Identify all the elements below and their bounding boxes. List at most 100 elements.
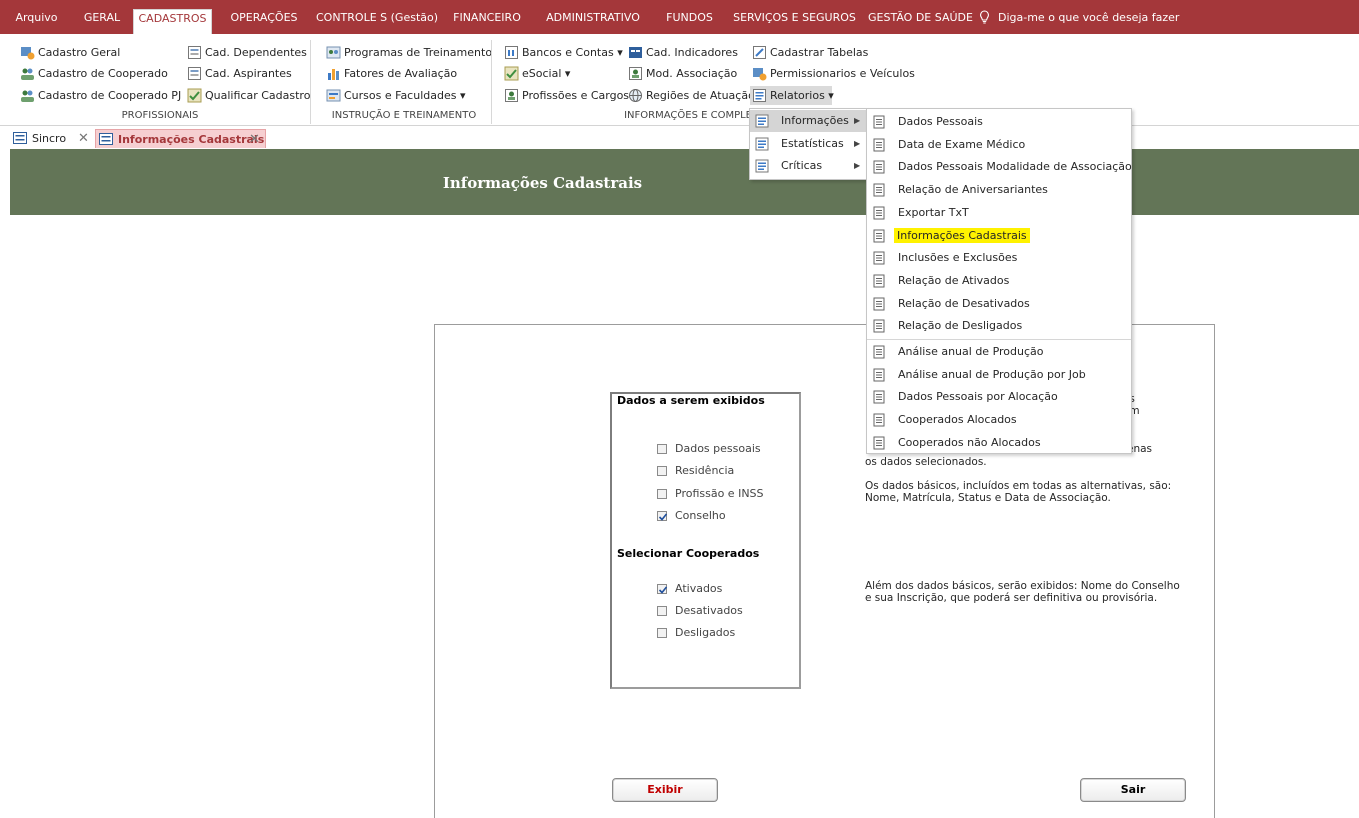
document-icon xyxy=(873,229,885,242)
submenu-item[interactable]: Cooperados Alocados xyxy=(867,409,1131,431)
tab-geral[interactable]: GERAL xyxy=(80,9,124,34)
tab-fundos[interactable]: FUNDOS xyxy=(657,9,722,34)
document-tabs: Sincro ✕ Informações Cadastrais ✕ xyxy=(0,126,1359,148)
document-icon xyxy=(873,319,885,333)
cadastro-geral-icon xyxy=(21,47,35,60)
submenu-item-label: Análise anual de Produção por Job xyxy=(898,367,1086,381)
training-icon xyxy=(326,46,341,59)
checkbox-label: Profissão e INSS xyxy=(675,487,764,500)
tab-operacoes[interactable]: OPERAÇÕES xyxy=(222,9,306,34)
menu-item-label: Informações xyxy=(781,114,849,127)
doc-tab-sincro-label: Sincro xyxy=(32,132,67,145)
checkbox-box[interactable] xyxy=(657,511,668,521)
document-icon xyxy=(873,183,885,197)
menu-item-informacoes[interactable]: Informações ▶ xyxy=(750,110,866,132)
cad-indicadores-label: Cad. Indicadores xyxy=(646,46,738,59)
checkbox-box[interactable] xyxy=(657,584,668,594)
tab-servicos-seguros[interactable]: SERVIÇOS E SEGUROS xyxy=(727,9,862,34)
cadastro-geral-label: Cadastro Geral xyxy=(38,46,121,59)
form-icon xyxy=(188,46,201,59)
cad-dependentes-label: Cad. Dependentes xyxy=(205,46,307,59)
tab-cadastros[interactable]: CADASTROS xyxy=(133,9,212,34)
doc-tab-informacoes-cadastrais[interactable]: Informações Cadastrais ✕ xyxy=(95,129,266,148)
checkbox-box[interactable] xyxy=(657,489,667,499)
checkbox-box[interactable] xyxy=(657,466,667,476)
bancos-contas-label: Bancos e Contas ▾ xyxy=(522,46,623,59)
programas-treinamento-label: Programas de Treinamento xyxy=(344,46,493,59)
submenu-item[interactable]: Inclusões e Exclusões xyxy=(867,247,1131,269)
close-icon[interactable]: ✕ xyxy=(78,129,89,148)
mod-associacao-label: Mod. Associação xyxy=(646,67,738,80)
tab-administrativo[interactable]: ADMINISTRATIVO xyxy=(537,9,649,34)
bank-icon xyxy=(505,46,518,59)
submenu-arrow-icon: ▶ xyxy=(854,161,861,170)
tell-me-text: Diga-me o que você deseja fazer xyxy=(998,11,1180,24)
submenu-item-label: Relação de Aniversariantes xyxy=(898,183,1048,197)
submenu-item[interactable]: Relação de Ativados xyxy=(867,270,1131,292)
submenu-item[interactable]: Exportar TxT xyxy=(867,202,1131,224)
users-icon xyxy=(21,68,34,80)
checkbox-label: Ativados xyxy=(675,582,723,595)
tab-financeiro[interactable]: FINANCEIRO xyxy=(447,9,527,34)
tab-controles[interactable]: CONTROLE S (Gestão) xyxy=(314,9,440,34)
submenu-item[interactable]: Relação de Desativados xyxy=(867,293,1131,315)
tell-me-box[interactable]: Diga-me o que você deseja fazer xyxy=(980,9,1180,26)
doc-tab-sincro[interactable]: Sincro ✕ xyxy=(10,129,94,148)
relatorios-dropdown[interactable]: Relatorios ▾ xyxy=(750,86,834,105)
esocial-icon xyxy=(504,66,519,81)
document-icon xyxy=(873,297,885,311)
lightbulb-icon xyxy=(980,10,989,24)
submenu-item-label: Dados Pessoais Modalidade de Associação xyxy=(898,160,1132,174)
exibir-button[interactable]: Exibir xyxy=(612,778,718,802)
menu-item-label: Críticas xyxy=(781,159,823,172)
note-text: e sua Inscrição, que poderá ser definiti… xyxy=(865,592,1158,604)
document-icon xyxy=(873,413,885,427)
document-icon xyxy=(873,160,885,174)
checkbox-label: Dados pessoais xyxy=(675,442,761,455)
submenu-item[interactable]: Data de Exame Médico xyxy=(867,134,1131,156)
profissoes-cargos-label: Profissões e Cargos xyxy=(522,89,630,102)
checkbox-label: Desligados xyxy=(675,626,736,639)
submenu-item-label: Cooperados não Alocados xyxy=(898,435,1041,449)
group-separator xyxy=(310,40,311,124)
options-group: Dados a serem exibidos Dados pessoais Re… xyxy=(610,392,801,689)
tab-gestao-saude[interactable]: GESTÃO DE SAÚDE xyxy=(862,9,979,34)
sair-button[interactable]: Sair xyxy=(1080,778,1186,802)
submenu-item[interactable]: Dados Pessoais Modalidade de Associação xyxy=(867,156,1132,178)
submenu-item[interactable]: Relação de Desligados xyxy=(867,315,1131,337)
submenu-item[interactable]: Informações Cadastrais xyxy=(867,225,1131,247)
submenu-item-label: Dados Pessoais xyxy=(898,115,983,128)
submenu-item[interactable]: Dados Pessoais xyxy=(867,111,1131,133)
submenu-item[interactable]: Análise anual de Produção xyxy=(867,341,1131,363)
document-icon xyxy=(873,390,885,404)
menu-item-estatisticas[interactable]: Estatísticas ▶ xyxy=(750,133,866,155)
document-icon xyxy=(873,251,885,265)
checkbox-box[interactable] xyxy=(657,628,667,638)
group-label-profissionais: PROFISSIONAIS xyxy=(121,110,199,121)
menu-item-label: Estatísticas xyxy=(781,137,844,150)
group-label-informacoes: INFORMAÇÕES E COMPLE xyxy=(624,110,752,121)
globe-icon xyxy=(629,89,642,102)
submenu-item[interactable]: Dados Pessoais por Alocação xyxy=(867,386,1131,408)
relatorios-menu: Informações ▶ Estatísticas ▶ Críticas ▶ xyxy=(749,108,867,180)
check-icon xyxy=(658,513,668,521)
submenu-item[interactable]: Relação de Aniversariantes xyxy=(867,179,1131,201)
submenu-item-label: Inclusões e Exclusões xyxy=(898,251,1018,265)
checkbox-box[interactable] xyxy=(657,606,667,616)
esocial-label: eSocial ▾ xyxy=(522,67,571,80)
submenu-item[interactable]: Cooperados não Alocados xyxy=(867,432,1131,454)
submenu-item-label: Exportar TxT xyxy=(898,205,969,219)
menu-item-criticas[interactable]: Críticas ▶ xyxy=(750,155,866,177)
submenu-item-label: Relação de Ativados xyxy=(898,273,1010,287)
report-icon xyxy=(755,114,769,128)
tab-arquivo[interactable]: Arquivo xyxy=(14,9,59,34)
group-label-instrucao: INSTRUÇÃO E TREINAMENTO xyxy=(331,110,477,121)
qualify-icon xyxy=(187,88,202,103)
submenu-arrow-icon: ▶ xyxy=(854,139,861,148)
submenu-item[interactable]: Análise anual de Produção por Job xyxy=(867,364,1131,386)
form-icon xyxy=(13,132,27,144)
menu-separator xyxy=(867,339,1131,340)
report-icon xyxy=(753,89,766,102)
checkbox-box[interactable] xyxy=(657,444,667,454)
close-icon[interactable]: ✕ xyxy=(249,130,260,149)
